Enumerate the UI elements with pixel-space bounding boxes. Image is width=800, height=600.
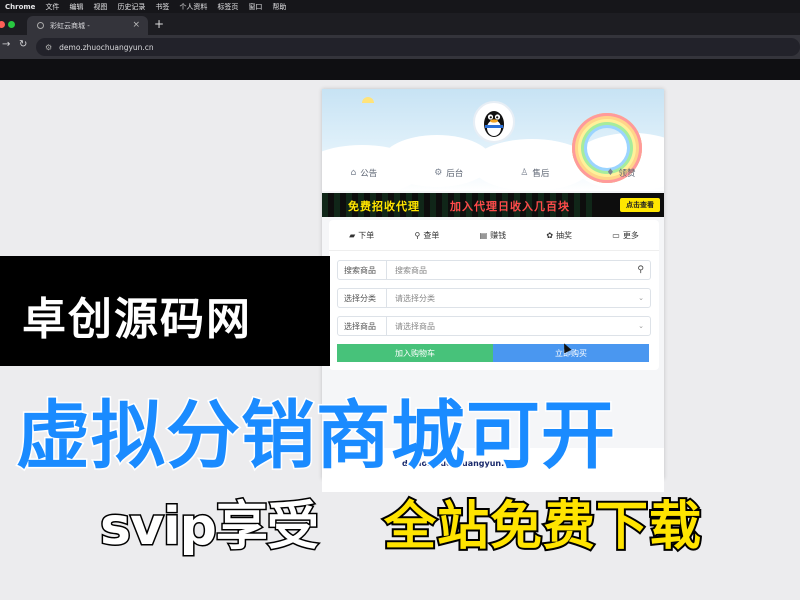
menu-aftersales[interactable]: ♙ 售后	[520, 167, 549, 179]
tab-more[interactable]: ▭ 更多	[612, 230, 639, 241]
tab-title: 彩虹云商城 -	[50, 21, 90, 30]
tab-more-label: 更多	[622, 230, 639, 240]
search-label: 搜索商品	[338, 261, 387, 279]
menu-aftersales-label: 售后	[532, 169, 550, 179]
window-zoom-dot[interactable]	[8, 21, 15, 28]
url-text: demo.zhuochuangyun.cn	[59, 42, 154, 52]
menu-tabs[interactable]: 标签页	[217, 2, 238, 12]
search-field[interactable]: 搜索商品 搜索商品 ⚲	[337, 260, 651, 280]
gift-icon: ✿	[546, 230, 554, 240]
banner-view-button[interactable]: 点击查看	[620, 198, 660, 212]
close-icon[interactable]: ×	[132, 20, 140, 30]
bullhorn-icon: ⌂	[350, 168, 357, 178]
address-bar[interactable]: ⚙ demo.zhuochuangyun.cn	[36, 38, 800, 56]
svip-text: svip享受	[99, 496, 321, 559]
bookmarks-band	[0, 59, 800, 80]
tab-order-label: 下单	[358, 230, 375, 240]
category-label: 选择分类	[338, 289, 387, 307]
avatar[interactable]	[473, 101, 515, 143]
product-label: 选择商品	[338, 317, 387, 335]
product-value[interactable]: 请选择商品	[387, 321, 638, 332]
menu-notice-label: 公告	[360, 169, 378, 179]
macos-menu-bar: Chrome 文件 编辑 视图 历史记录 书签 个人资料 标签页 窗口 帮助	[0, 0, 800, 13]
add-to-cart-button[interactable]: 加入购物车	[337, 344, 493, 362]
agent-recruit-banner[interactable]: 免费招收代理 加入代理日收入几百块 点击查看	[322, 193, 664, 217]
action-buttons: 加入购物车 立即购买	[337, 344, 649, 362]
brand-logo-text: 卓创源码网	[22, 294, 252, 345]
tab-earn[interactable]: ▤ 赚钱	[480, 230, 507, 241]
menu-view[interactable]: 视图	[93, 2, 107, 12]
tab-earn-label: 赚钱	[490, 230, 507, 240]
menu-admin-label: 后台	[446, 169, 464, 179]
chevron-down-icon: ⌄	[638, 322, 644, 330]
menu-admin[interactable]: ⚙ 后台	[434, 167, 463, 179]
reload-icon[interactable]: ↻	[19, 39, 27, 50]
site-settings-icon[interactable]: ⚙	[45, 43, 52, 52]
panel-tabs: ▰ 下单 ⚲ 查单 ▤ 赚钱 ✿ 抽奖 ▭ 更多	[329, 220, 659, 251]
category-select[interactable]: 选择分类 请选择分类 ⌄	[337, 288, 651, 308]
gears-icon: ⚙	[434, 168, 443, 178]
browser-tab[interactable]: 彩虹云商城 - ×	[27, 16, 148, 35]
tab-order[interactable]: ▰ 下单	[349, 230, 374, 241]
menu-window[interactable]: 窗口	[248, 2, 262, 12]
menu-app-chrome[interactable]: Chrome	[5, 3, 35, 11]
menu-praise-label: 领赞	[618, 169, 636, 179]
diamond-icon: ♦	[606, 168, 615, 178]
order-panel: ▰ 下单 ⚲ 查单 ▤ 赚钱 ✿ 抽奖 ▭ 更多 搜索商品 搜索商品 ⚲ 选择分类 请选择…	[329, 220, 659, 370]
tab-query[interactable]: ⚲ 查单	[414, 230, 439, 241]
globe-icon	[37, 22, 44, 29]
menu-edit[interactable]: 编辑	[69, 2, 83, 12]
category-value[interactable]: 请选择分类	[387, 293, 638, 304]
menu-notice[interactable]: ⌂ 公告	[350, 167, 377, 179]
tab-query-label: 查单	[423, 230, 440, 240]
tab-lottery-label: 抽奖	[556, 230, 573, 240]
sun-icon	[362, 97, 374, 103]
cart-icon: ▰	[349, 230, 356, 240]
user-icon: ♙	[520, 168, 529, 178]
chevron-down-icon: ⌄	[638, 294, 644, 302]
banner-left-text: 免费招收代理	[348, 200, 420, 213]
menu-bookmarks[interactable]: 书签	[155, 2, 169, 12]
menu-file[interactable]: 文件	[45, 2, 59, 12]
product-select[interactable]: 选择商品 请选择商品 ⌄	[337, 316, 651, 336]
free-download-text: 全站免费下载	[382, 495, 703, 559]
new-tab-button[interactable]: +	[154, 17, 164, 31]
menu-praise[interactable]: ♦ 领赞	[606, 167, 635, 179]
search-input[interactable]: 搜索商品	[387, 265, 637, 276]
tab-lottery[interactable]: ✿ 抽奖	[546, 230, 572, 241]
menu-help[interactable]: 帮助	[272, 2, 286, 12]
search-icon[interactable]: ⚲	[637, 265, 644, 275]
folder-icon: ▭	[612, 230, 620, 240]
header-hero: ⌂ 公告 ⚙ 后台 ♙ 售后 ♦ 领赞	[322, 89, 664, 191]
forward-arrow-icon[interactable]: →	[2, 39, 10, 50]
top-menu: ⌂ 公告 ⚙ 后台 ♙ 售后 ♦ 领赞	[322, 155, 664, 191]
menu-profiles[interactable]: 个人资料	[179, 2, 207, 12]
search-icon: ⚲	[414, 230, 421, 240]
buy-now-button[interactable]: 立即购买	[493, 344, 649, 362]
money-icon: ▤	[479, 230, 488, 240]
banner-right-text: 加入代理日收入几百块	[450, 200, 570, 213]
promo-headline: 虚拟分销商城可开	[15, 392, 617, 481]
menu-history[interactable]: 历史记录	[117, 2, 145, 12]
